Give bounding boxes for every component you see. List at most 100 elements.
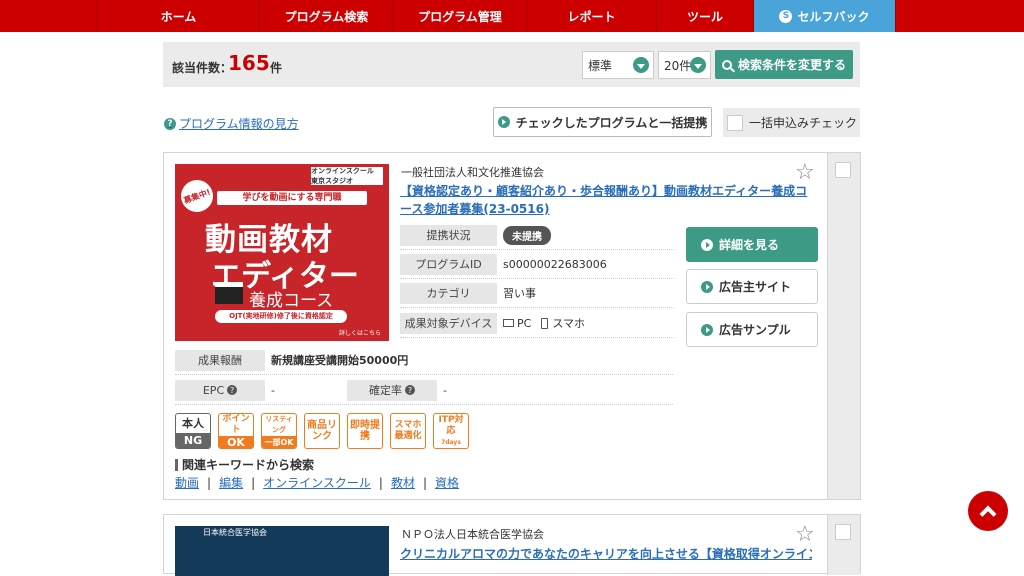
- keyword-separator: |: [207, 476, 212, 490]
- badge-listing-top: リスティング: [265, 415, 293, 434]
- nav-home[interactable]: ホーム: [97, 0, 260, 32]
- reward-value: 新規講座受講開始50000円: [271, 354, 409, 367]
- nav-program-search-label: プログラム検索: [284, 9, 369, 24]
- help-link-label: プログラム情報の見方: [179, 117, 299, 131]
- card-select-column: [827, 515, 860, 575]
- program-thumbnail[interactable]: 日本統合医学協会: [175, 526, 389, 576]
- scroll-to-top-button[interactable]: [968, 491, 1008, 531]
- result-bar: 該当件数： 165 件 標準 20件 検索条件を変更する: [163, 42, 860, 87]
- nav-tool[interactable]: ツール: [657, 0, 754, 32]
- program-card: 日本統合医学協会 ＮＰＯ法人日本統合医学協会 ☆ クリニカルアロマの力であなたの…: [163, 514, 861, 576]
- device-sp: スマホ: [552, 317, 585, 330]
- favorite-star-icon[interactable]: ☆: [795, 162, 815, 184]
- feature-badges: 本人 NG ポイント OK リスティング 一部OK 商品リンク 即時提携 スマホ…: [175, 413, 476, 449]
- badge-listing: リスティング 一部OK: [261, 413, 297, 449]
- per-page-select-value: 20件: [664, 58, 692, 73]
- advertiser-site-button[interactable]: 広告主サイト: [686, 269, 818, 304]
- question-icon: ?: [164, 117, 176, 130]
- card-checkbox[interactable]: [835, 524, 851, 540]
- epc-key-box: EPC?: [175, 379, 265, 401]
- favorite-star-icon[interactable]: ☆: [795, 524, 815, 546]
- nav-program-manage[interactable]: プログラム管理: [394, 0, 527, 32]
- keyword-link[interactable]: 動画: [175, 476, 199, 490]
- bulk-partner-button[interactable]: チェックしたプログラムと一括提携: [493, 107, 712, 137]
- badge-point: ポイント OK: [218, 413, 254, 449]
- bulk-apply-label: 一括申込みチェック: [749, 116, 858, 130]
- badge-product-label: 商品リンク: [307, 420, 337, 442]
- chevron-down-icon: [633, 57, 649, 73]
- keyword-link[interactable]: 編集: [219, 476, 243, 490]
- nav-program-manage-label: プログラム管理: [418, 9, 502, 24]
- badge-product-link: 商品リンク: [304, 413, 340, 449]
- thumb-logo: オンラインスクール 東京スタジオ: [311, 167, 383, 185]
- ad-sample-button[interactable]: 広告サンプル: [686, 312, 818, 347]
- pc-icon: [503, 319, 514, 327]
- search-icon: [721, 59, 732, 70]
- change-search-button[interactable]: 検索条件を変更する: [715, 50, 853, 79]
- badge-point-bot: OK: [219, 436, 253, 448]
- arrow-right-icon: [701, 238, 713, 251]
- result-count-label: 該当件数：: [172, 61, 233, 75]
- arrow-right-icon: [497, 116, 510, 128]
- keyword-link[interactable]: 資格: [435, 476, 459, 490]
- advertiser-name: 一般社団法人和文化推進協会: [401, 166, 544, 179]
- program-id-row: プログラムID s00000022683006: [400, 250, 674, 279]
- card-checkbox[interactable]: [835, 162, 851, 178]
- badge-self: 本人 NG: [175, 413, 211, 449]
- badge-listing-bot: 一部OK: [262, 436, 296, 448]
- status-key: 提携状況: [400, 224, 497, 246]
- nav-home-label: ホーム: [160, 9, 197, 24]
- program-id-key: プログラムID: [400, 253, 497, 275]
- badge-itp: ITP対応 7days: [433, 413, 469, 449]
- arrow-right-icon: [701, 323, 713, 336]
- rate-key: 確定率: [369, 384, 402, 397]
- keyword-link[interactable]: 教材: [391, 476, 415, 490]
- program-card: 募集中! オンラインスクール 東京スタジオ 学びを動画にする専門職 動画教材 エ…: [163, 152, 861, 500]
- badge-instant: 即時提携: [347, 413, 383, 449]
- per-page-select[interactable]: 20件: [658, 51, 711, 79]
- thumb-subtitle: 学びを動画にする専門職: [217, 191, 367, 205]
- keyword-heading: 関連キーワードから検索: [175, 459, 314, 471]
- keyword-link[interactable]: オンラインスクール: [263, 476, 371, 490]
- bulk-apply-check[interactable]: 一括申込みチェック: [723, 108, 860, 137]
- nav-report-label: レポート: [567, 9, 616, 24]
- badge-self-bot: NG: [176, 433, 210, 448]
- program-id-value: s00000022683006: [503, 257, 607, 271]
- badge-sp-label: スマホ最適化: [394, 420, 422, 441]
- self-back-icon: S: [779, 9, 793, 23]
- badge-point-top: ポイント: [222, 414, 250, 435]
- nav-report[interactable]: レポート: [527, 0, 657, 32]
- program-thumbnail[interactable]: 募集中! オンラインスクール 東京スタジオ 学びを動画にする専門職 動画教材 エ…: [175, 164, 389, 341]
- chevron-up-icon: [979, 505, 997, 523]
- device-row: 成果対象デバイス PC スマホ: [400, 309, 674, 338]
- keyword-separator: |: [422, 476, 427, 490]
- sort-select[interactable]: 標準: [582, 51, 654, 79]
- keyword-list: 動画 | 編集 | オンラインスクール | 教材 | 資格: [175, 474, 459, 491]
- category-key: カテゴリ: [400, 282, 497, 304]
- device-pc: PC: [517, 316, 532, 330]
- badge-itp-days: 7days: [441, 438, 461, 446]
- detail-label: 詳細を見る: [719, 238, 780, 252]
- badge-sp: スマホ最適化: [390, 413, 426, 449]
- epc-value: -: [271, 383, 275, 397]
- status-badge: 未提携: [503, 225, 551, 245]
- bulk-apply-checkbox[interactable]: [727, 114, 743, 131]
- smartphone-icon: [541, 317, 549, 329]
- program-title-link[interactable]: 【資格認定あり・顧客紹介あり・歩合報酬あり】動画教材エディター養成コース参加者募…: [400, 182, 812, 218]
- question-icon[interactable]: ?: [405, 385, 415, 395]
- nav-program-search[interactable]: プログラム検索: [260, 0, 394, 32]
- detail-button[interactable]: 詳細を見る: [686, 227, 818, 262]
- keyword-separator: |: [251, 476, 256, 490]
- sort-select-value: 標準: [588, 58, 613, 73]
- reward-key: 成果報酬: [175, 349, 265, 371]
- help-link[interactable]: ? プログラム情報の見方: [164, 115, 299, 132]
- thumb-more: 詳しくはこちら: [338, 330, 381, 337]
- reward-row: 成果報酬 新規講座受講開始50000円: [175, 346, 673, 375]
- category-value: 習い事: [503, 287, 536, 300]
- nav-self-back[interactable]: S セルフバック: [754, 0, 896, 32]
- question-icon[interactable]: ?: [227, 385, 238, 395]
- keyword-separator: |: [378, 476, 383, 490]
- ad-sample-label: 広告サンプル: [719, 323, 791, 337]
- clapperboard-icon: [215, 282, 243, 304]
- thumb-note: OJT(実地研修)修了後に資格認定: [215, 310, 347, 323]
